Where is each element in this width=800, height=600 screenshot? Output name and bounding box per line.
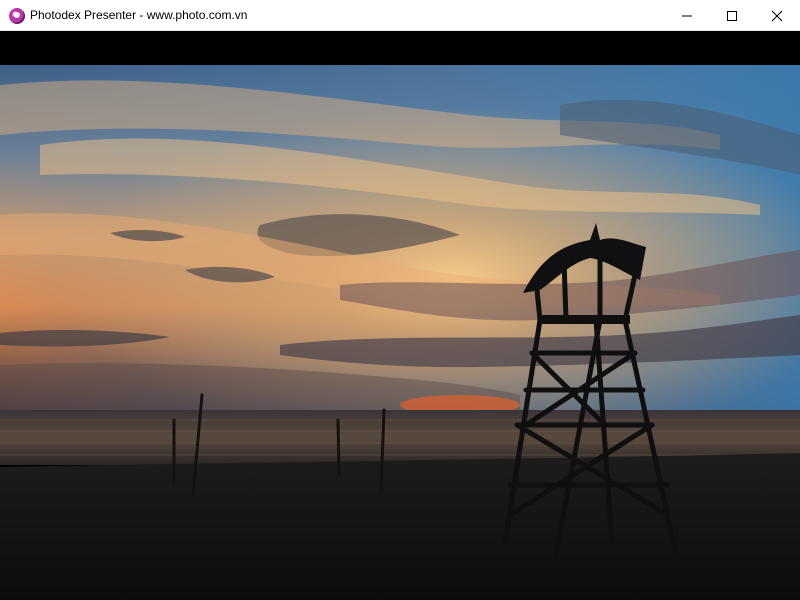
close-icon [771, 10, 783, 21]
photodex-icon[interactable] [9, 8, 25, 24]
presenter-top-bar [0, 31, 800, 65]
maximize-button[interactable] [709, 0, 755, 31]
title-bar[interactable]: Photodex Presenter - www.photo.com.vn [0, 0, 800, 31]
photo-viewport[interactable] [0, 65, 800, 600]
minimize-icon [682, 15, 692, 16]
minimize-button[interactable] [664, 0, 710, 31]
presenter-window: Photodex Presenter - www.photo.com.vn [0, 0, 800, 600]
maximize-icon [727, 10, 737, 21]
window-title: Photodex Presenter - www.photo.com.vn [30, 8, 248, 22]
sunset-photo [0, 65, 800, 600]
close-button[interactable] [754, 0, 800, 31]
